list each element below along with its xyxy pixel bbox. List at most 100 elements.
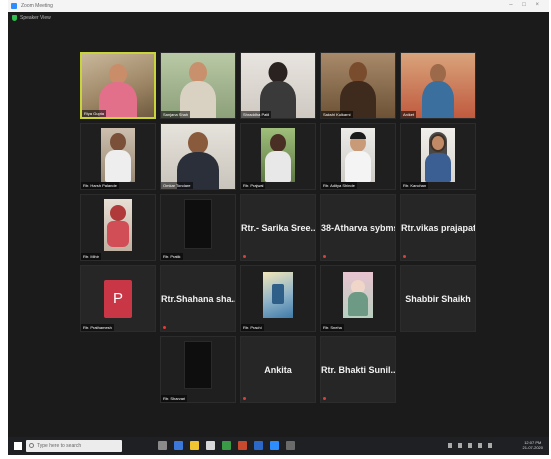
search-placeholder: Type here to search [37, 443, 82, 449]
participant-video [321, 266, 395, 331]
participant-tile[interactable]: Rtr.vikas prajapati [400, 194, 476, 261]
title-bar: Zoom Meeting – □ × [8, 0, 549, 12]
participant-thumbnail [101, 128, 135, 182]
participant-name: Rtr. Harsh Palande [81, 182, 119, 189]
participant-video [321, 53, 395, 118]
zoom-window: Zoom Meeting – □ × Speaker View Riya Gup… [8, 0, 549, 455]
participant-name: Shraddha Patil [241, 111, 272, 118]
clock-date: 21-07-2020 [522, 445, 543, 450]
participant-display-name: Ankita [264, 364, 292, 375]
view-switch-button[interactable]: Speaker View [20, 15, 51, 21]
participant-tile[interactable]: Omkar Tondare [160, 123, 236, 190]
participant-display-name: Rtr.Shahana sha... [161, 293, 235, 304]
participant-thumbnail [184, 199, 212, 249]
participant-tile[interactable]: Sanjana Shah [160, 52, 236, 119]
participant-name: Riya Gupta [82, 110, 107, 117]
gallery-view: Riya Gupta Sanjana Shah Shraddha Patil S… [8, 24, 549, 437]
system-clock[interactable]: 12:07 PM 21-07-2020 [523, 440, 543, 450]
participant-name: Rtr. Sharvari [161, 395, 188, 402]
participant-display-name: Shabbir Shaikh [405, 293, 471, 304]
tray-chevron-icon[interactable] [448, 443, 452, 448]
participant-tile[interactable]: Rtr. Prajwal [240, 123, 316, 190]
participant-avatar: P [104, 279, 132, 318]
participant-display-name: Rtr.vikas prajapati [401, 222, 475, 233]
participant-tile[interactable]: Shabbir Shaikh [400, 265, 476, 332]
participant-name: Omkar Tondare [161, 182, 193, 189]
participant-video [401, 124, 475, 189]
participant-tile[interactable]: Aniket [400, 52, 476, 119]
participant-video [81, 124, 155, 189]
view-toolbar: Speaker View [8, 12, 549, 24]
participant-tile[interactable]: Rtr. Sneha [320, 265, 396, 332]
participant-figure [420, 64, 456, 118]
participant-video [161, 337, 235, 402]
participant-video [161, 195, 235, 260]
participant-thumbnail [184, 341, 212, 389]
participant-tile[interactable]: Rtr.Shahana sha... [160, 265, 236, 332]
mic-muted-icon [403, 255, 406, 258]
chrome-icon[interactable] [222, 441, 231, 450]
participant-name: Rtr. Pratik [161, 253, 183, 260]
participant-thumbnail [261, 128, 295, 182]
participant-tile[interactable]: P Rtr. Prathamesh [80, 265, 156, 332]
participant-tile[interactable]: Rtr. Harsh Palande [80, 123, 156, 190]
encryption-shield-icon[interactable] [12, 15, 17, 21]
participant-tile[interactable]: 38-Atharva sybms [320, 194, 396, 261]
store-icon[interactable] [206, 441, 215, 450]
participant-thumbnail [421, 128, 455, 182]
participant-name: Rtr. Prathamesh [81, 324, 114, 331]
participant-tile[interactable]: Rtr. Prachi [240, 265, 316, 332]
language-icon[interactable] [488, 443, 492, 448]
zoom-taskbar-icon[interactable] [270, 441, 279, 450]
participant-name: Sanjana Shah [161, 111, 191, 118]
participant-video [82, 54, 154, 117]
participant-tile[interactable]: Rtr. Bhakti Sunil... [320, 336, 396, 403]
task-view-icon[interactable] [158, 441, 167, 450]
zoom-app-icon [11, 3, 17, 9]
search-icon [29, 443, 34, 448]
participant-tile[interactable]: Sakshi Kulkarni [320, 52, 396, 119]
participant-video [161, 124, 235, 189]
participant-thumbnail [263, 272, 293, 318]
participant-name: Rtr. Prachi [241, 324, 264, 331]
office-icon[interactable] [238, 441, 247, 450]
participant-tile[interactable]: Rtr. Aditya Shinde [320, 123, 396, 190]
participant-tile[interactable]: Shraddha Patil [240, 52, 316, 119]
taskbar-search-box[interactable]: Type here to search [26, 440, 122, 452]
volume-icon[interactable] [468, 443, 472, 448]
participant-tile[interactable]: Rtr. Mihir [80, 194, 156, 261]
participant-name: Rtr. Aditya Shinde [321, 182, 357, 189]
mic-muted-icon [243, 397, 246, 400]
participant-tile[interactable]: Ankita [240, 336, 316, 403]
file-explorer-icon[interactable] [190, 441, 199, 450]
participant-video [241, 124, 315, 189]
word-icon[interactable] [254, 441, 263, 450]
participant-video [81, 195, 155, 260]
participant-tile[interactable]: Rtr. Pratik [160, 194, 236, 261]
participant-video [161, 53, 235, 118]
windows-start-icon[interactable] [14, 442, 22, 450]
mic-muted-icon [163, 326, 166, 329]
participant-tile[interactable]: Riya Gupta [80, 52, 156, 119]
network-icon[interactable] [458, 443, 462, 448]
participant-video [401, 53, 475, 118]
battery-icon[interactable] [478, 443, 482, 448]
participant-video [241, 266, 315, 331]
participant-tile[interactable]: Rtr. Sharvari [160, 336, 236, 403]
app-icon[interactable] [286, 441, 295, 450]
participant-thumbnail [341, 128, 375, 182]
participant-display-name: 38-Atharva sybms [321, 222, 395, 233]
participant-tile[interactable]: Rtr. Kanchan [400, 123, 476, 190]
windows-taskbar: Type here to search 12:07 PM 21-07-2020 [8, 437, 549, 455]
window-controls[interactable]: – □ × [509, 2, 543, 8]
participant-name: Sakshi Kulkarni [321, 111, 353, 118]
participant-tile[interactable]: Rtr.- Sarika Sree... [240, 194, 316, 261]
mic-muted-icon [323, 255, 326, 258]
participant-video [241, 53, 315, 118]
mic-muted-icon [323, 397, 326, 400]
participant-name: Aniket [401, 111, 417, 118]
participant-name: Rtr. Mihir [81, 253, 101, 260]
participant-video [321, 124, 395, 189]
edge-browser-icon[interactable] [174, 441, 183, 450]
participant-name: Rtr. Sneha [321, 324, 344, 331]
